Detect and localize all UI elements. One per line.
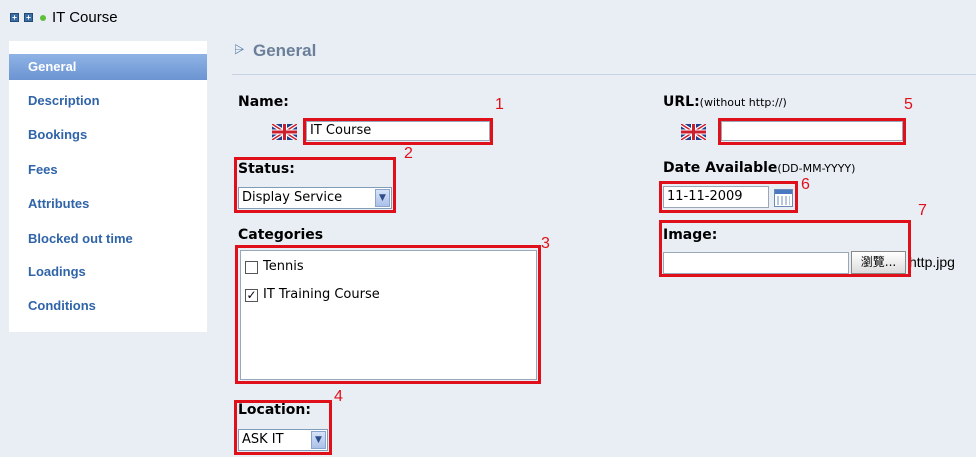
collapse-all-button[interactable]: +: [24, 13, 33, 22]
date-label: Date Available(DD-MM-YYYY): [663, 160, 855, 176]
annotation-box: [303, 118, 493, 145]
date-label-text: Date Available: [663, 160, 778, 176]
sidebar-item-conditions[interactable]: Conditions: [9, 293, 207, 319]
url-label: URL:(without http://): [663, 94, 787, 110]
uk-flag-icon: [272, 124, 297, 140]
annotation-number: 4: [334, 388, 343, 405]
uk-flag-icon: [681, 124, 706, 140]
annotation-number: 1: [495, 96, 504, 113]
annotation-box: [718, 118, 906, 145]
name-label: Name:: [238, 94, 289, 110]
categories-label: Categories: [238, 227, 324, 243]
sidebar-item-fees[interactable]: Fees: [9, 157, 207, 183]
annotation-number: 6: [801, 176, 810, 193]
status-dot-icon: [40, 15, 46, 21]
annotation-box: [234, 157, 396, 213]
image-filename: http.jpg: [909, 254, 955, 270]
sidebar-item-blocked-out-time[interactable]: Blocked out time: [9, 226, 207, 252]
sidebar-item-general[interactable]: General: [9, 54, 207, 80]
sidebar-item-bookings[interactable]: Bookings: [9, 122, 207, 148]
section-title: General: [253, 41, 317, 60]
annotation-box: [234, 400, 332, 455]
section-divider: [232, 74, 976, 75]
title-bar: + + IT Course: [0, 0, 976, 36]
expand-all-button[interactable]: +: [10, 13, 19, 22]
expand-section-icon[interactable]: ⩥: [234, 43, 244, 58]
date-hint: (DD-MM-YYYY): [777, 162, 856, 175]
page-title: IT Course: [52, 9, 118, 26]
annotation-number: 2: [404, 145, 413, 162]
url-hint: (without http://): [699, 96, 787, 109]
annotation-number: 7: [918, 202, 927, 219]
annotation-box: [659, 181, 798, 213]
annotation-number: 5: [904, 96, 913, 113]
sidebar-item-attributes[interactable]: Attributes: [9, 191, 207, 217]
sidebar-item-loadings[interactable]: Loadings: [9, 259, 207, 285]
url-label-text: URL:: [663, 94, 700, 110]
annotation-box: [659, 220, 911, 277]
annotation-box: [235, 245, 541, 384]
annotation-number: 3: [541, 235, 550, 252]
sidebar: General Description Bookings Fees Attrib…: [9, 41, 207, 332]
sidebar-item-description[interactable]: Description: [9, 88, 207, 114]
